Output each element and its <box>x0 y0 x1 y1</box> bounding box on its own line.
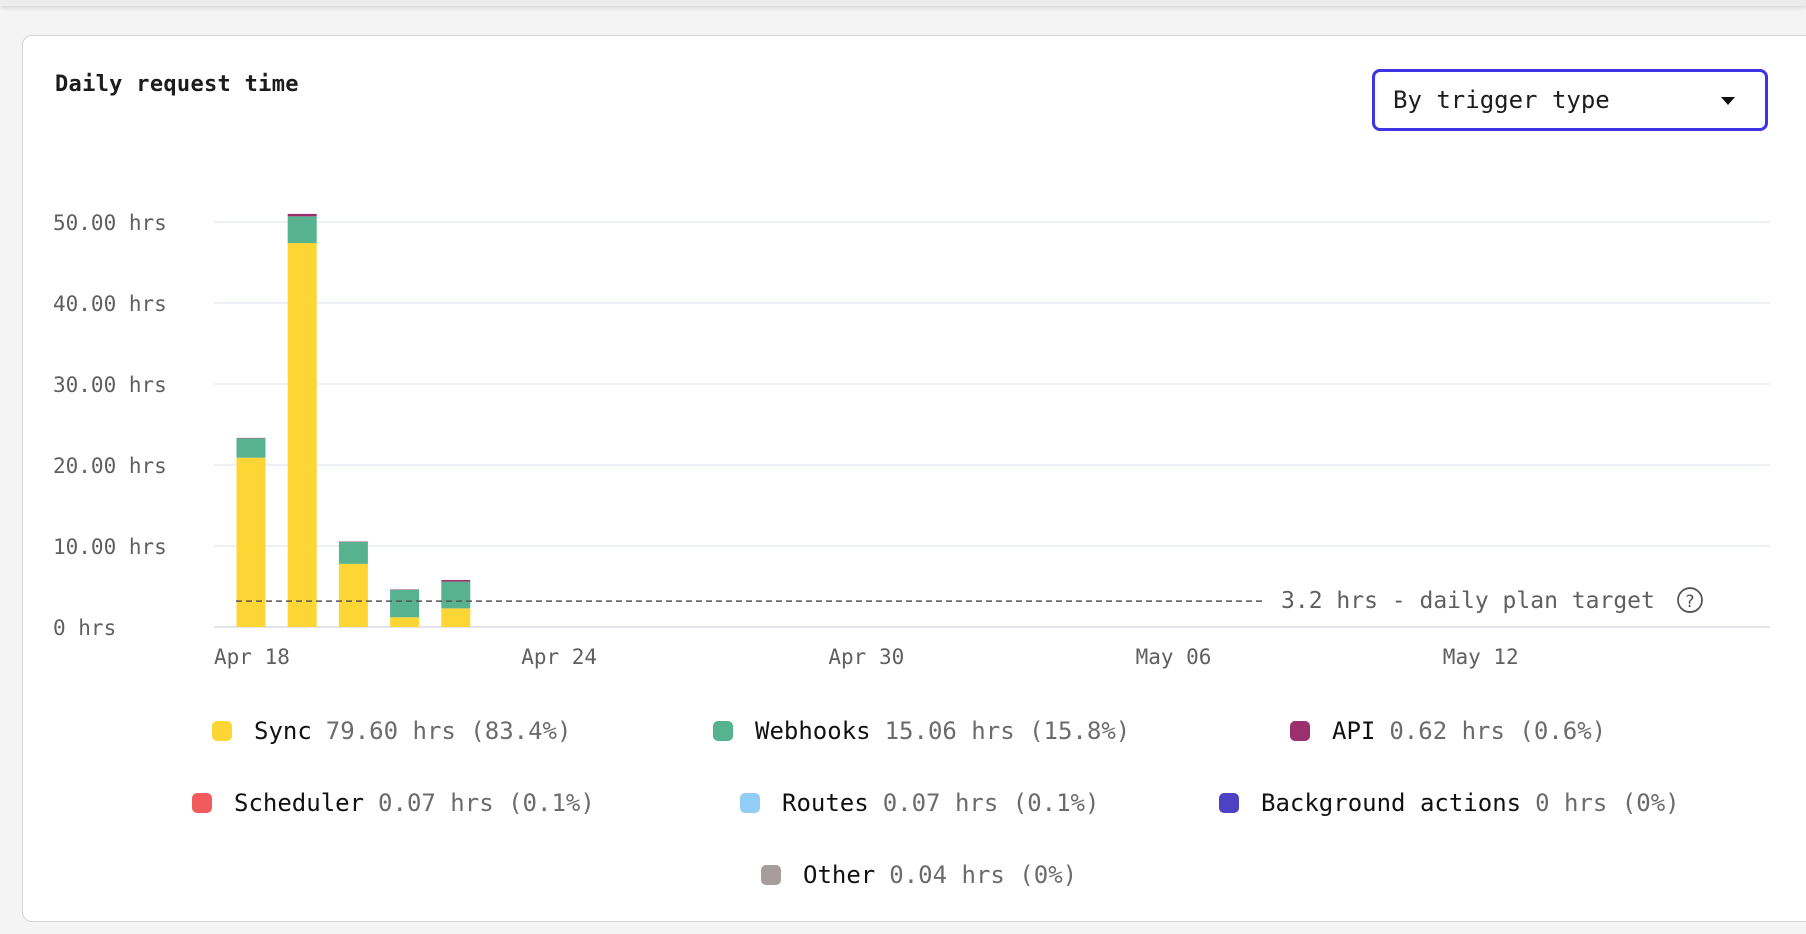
legend-value: 0.07 hrs (0.1%) <box>378 789 595 817</box>
y-tick-label: 40.00 hrs <box>53 292 167 316</box>
legend-swatch <box>713 721 733 741</box>
legend-item-sync[interactable]: Sync 79.60 hrs (83.4%) <box>212 717 571 745</box>
legend-swatch <box>1290 721 1310 741</box>
legend-label: Webhooks <box>755 717 871 745</box>
bar-webhooks[interactable] <box>236 438 266 458</box>
legend-item-other[interactable]: Other 0.04 hrs (0%) <box>761 861 1077 889</box>
bar-sync[interactable] <box>338 563 368 627</box>
y-tick-label: 0 hrs <box>53 616 116 640</box>
y-tick-label: 50.00 hrs <box>53 211 167 235</box>
x-tick-label: Apr 24 <box>521 645 597 669</box>
legend-label: Background actions <box>1261 789 1522 817</box>
bar-webhooks[interactable] <box>441 581 471 609</box>
legend-item-routes[interactable]: Routes 0.07 hrs (0.1%) <box>740 789 1099 817</box>
bar-sync[interactable] <box>441 608 471 627</box>
legend-swatch <box>761 865 781 885</box>
legend-swatch <box>212 721 232 741</box>
legend-swatch <box>740 793 760 813</box>
help-question-mark: ? <box>1685 592 1694 612</box>
y-tick-label: 20.00 hrs <box>53 454 167 478</box>
legend-value: 0.04 hrs (0%) <box>889 861 1078 889</box>
x-tick-label: May 06 <box>1136 645 1212 669</box>
legend-value: 0 hrs (0%) <box>1535 789 1680 817</box>
y-tick-label: 30.00 hrs <box>53 373 167 397</box>
bar-webhooks[interactable] <box>390 589 420 618</box>
bar-webhooks[interactable] <box>338 541 368 564</box>
bar-sync[interactable] <box>390 617 420 627</box>
legend-value: 79.60 hrs (83.4%) <box>325 717 572 745</box>
legend-label: Other <box>803 861 876 889</box>
legend-value: 0.62 hrs (0.6%) <box>1389 717 1607 745</box>
legend-item-scheduler[interactable]: Scheduler 0.07 hrs (0.1%) <box>192 789 595 817</box>
y-tick-label: 10.00 hrs <box>53 535 167 559</box>
legend-label: Routes <box>782 789 869 817</box>
legend-label: Scheduler <box>234 789 365 817</box>
legend-value: 0.07 hrs (0.1%) <box>882 789 1100 817</box>
legend-label: Sync <box>254 717 312 745</box>
legend-item-webhooks[interactable]: Webhooks 15.06 hrs (15.8%) <box>713 717 1130 745</box>
bar-api[interactable] <box>441 580 471 582</box>
request-time-chart: 0 hrs 10.00 hrs 20.00 hrs 30.00 hrs 40.00 hr… <box>53 211 1770 669</box>
legend-item-api[interactable]: API 0.62 hrs (0.6%) <box>1290 717 1606 745</box>
legend-swatch <box>192 793 212 813</box>
legend-swatch <box>1219 793 1239 813</box>
x-tick-label: May 12 <box>1443 645 1519 669</box>
bar-api[interactable] <box>287 213 317 217</box>
x-tick-label: Apr 18 <box>214 645 290 669</box>
legend-item-background-actions[interactable]: Background actions 0 hrs (0%) <box>1219 789 1680 817</box>
x-tick-label: Apr 30 <box>828 645 904 669</box>
bar-webhooks[interactable] <box>287 216 317 244</box>
legend-label: API <box>1332 717 1376 745</box>
legend-value: 15.06 hrs (15.8%) <box>884 717 1131 745</box>
bar-sync[interactable] <box>287 243 317 627</box>
daily-plan-target-label: 3.2 hrs - daily plan target <box>1281 588 1655 614</box>
